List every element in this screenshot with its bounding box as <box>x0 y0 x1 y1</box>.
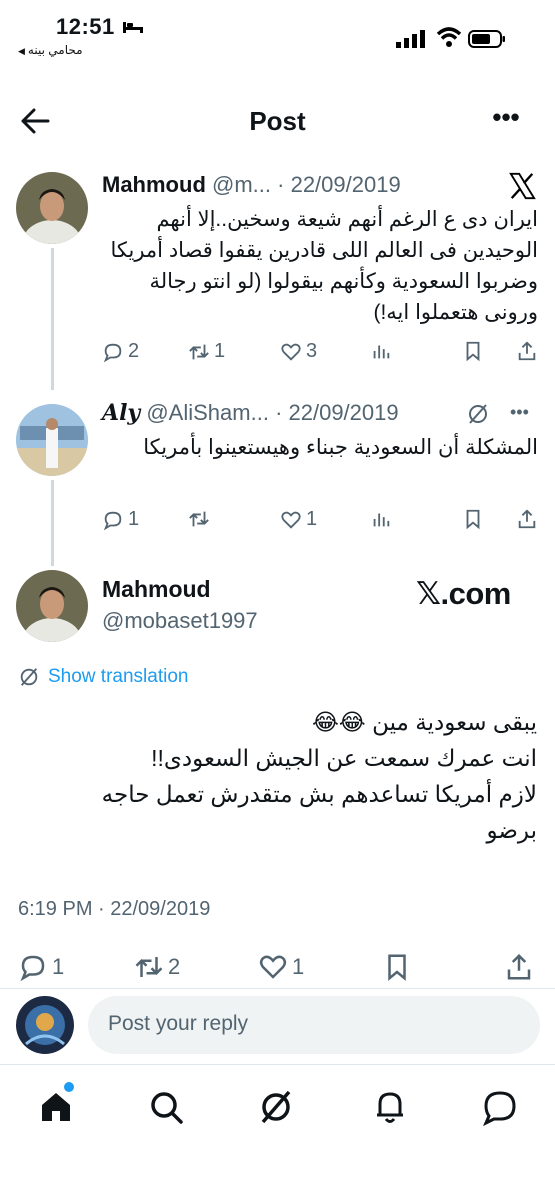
avatar[interactable] <box>16 172 88 244</box>
like-count: 1 <box>306 508 318 530</box>
status-time: 12:51 <box>56 14 115 39</box>
retweet-icon <box>135 957 163 977</box>
page-title: Post <box>249 106 306 136</box>
x-logo-icon <box>509 172 536 200</box>
bookmark-icon <box>466 341 480 362</box>
retweet-count: 2 <box>168 954 181 979</box>
like-button[interactable]: 1 <box>280 508 317 531</box>
profile-photo <box>16 996 74 1054</box>
back-triangle-icon: ◀ <box>18 46 25 56</box>
reply-count: 1 <box>52 954 65 979</box>
back-app-label: محامي بينه <box>27 43 83 57</box>
show-translation-label: Show translation <box>48 666 189 687</box>
reply-button[interactable]: 2 <box>102 340 139 363</box>
profile-photo <box>16 570 88 642</box>
like-count: 3 <box>306 340 318 362</box>
profile-photo <box>16 172 88 244</box>
heart-icon <box>259 955 287 979</box>
notifications-bell-icon[interactable] <box>370 1087 410 1127</box>
back-to-app-link[interactable]: ◀ محامي بينه <box>18 43 83 57</box>
reply-button[interactable]: 1 <box>102 508 139 531</box>
show-translation-link[interactable]: Show translation <box>18 666 188 688</box>
share-icon <box>518 341 536 361</box>
my-avatar[interactable] <box>16 996 74 1054</box>
divider <box>0 1064 555 1065</box>
tweet-actions: 1 2 1 <box>18 952 538 982</box>
divider <box>0 988 555 989</box>
retweet-icon <box>189 511 209 527</box>
tweet-line: انت عمرك سمعت عن الجيش السعودى!! <box>151 745 537 771</box>
retweet-button[interactable]: 2 <box>134 952 180 982</box>
bookmark-icon <box>388 954 406 981</box>
like-count: 1 <box>292 954 305 979</box>
share-icon <box>507 953 531 980</box>
tweet-text: ايران دى ع الرغم أنهم شيعة وسخين..إلا أن… <box>110 208 538 324</box>
tweet-text: يبقى سعودية مين 😂😂 انت عمرك سمعت عن الجي… <box>17 704 537 848</box>
bookmark-icon <box>466 509 480 530</box>
share-button[interactable] <box>516 508 538 530</box>
battery-icon <box>468 30 505 48</box>
grok-icon[interactable] <box>466 402 490 426</box>
views-button[interactable] <box>370 508 392 530</box>
thread-line <box>51 480 54 566</box>
wifi-icon <box>436 27 462 47</box>
reply-count: 1 <box>128 508 140 530</box>
signal-icon <box>396 30 425 48</box>
tweet-header: Aly @AliSham... · 22/09/2019 <box>102 400 399 426</box>
share-button[interactable] <box>516 340 538 362</box>
author-handle[interactable]: @AliSham... <box>146 400 269 425</box>
tweet-text: المشكلة أن السعودية جبناء وهيستعينوا بأم… <box>143 436 538 459</box>
like-button[interactable]: 3 <box>280 340 317 363</box>
avatar[interactable] <box>16 570 88 642</box>
tweet-header: Mahmoud @m... · 22/09/2019 <box>102 172 401 198</box>
heart-icon <box>281 343 301 361</box>
tweet-actions: 1 1 <box>102 508 538 538</box>
watermark-label: 𝕏.com <box>416 576 511 611</box>
share-icon <box>518 509 536 529</box>
retweet-icon <box>189 344 209 359</box>
search-icon[interactable] <box>146 1087 186 1127</box>
reply-button[interactable]: 1 <box>18 952 64 982</box>
messages-icon[interactable] <box>480 1087 520 1127</box>
views-button[interactable] <box>370 340 392 362</box>
like-button[interactable]: 1 <box>258 952 304 982</box>
home-icon[interactable] <box>36 1087 76 1127</box>
tweet-timestamp: 6:19 PM · 22/09/2019 <box>18 898 211 920</box>
avatar[interactable] <box>16 404 88 476</box>
author-name[interactable]: Mahmoud <box>102 172 206 197</box>
bookmark-button[interactable] <box>382 952 412 982</box>
reply-icon <box>20 955 45 982</box>
thread-line <box>51 248 54 390</box>
views-icon <box>373 513 390 527</box>
author-handle[interactable]: @m... <box>212 172 271 197</box>
reply-icon <box>103 343 122 362</box>
sleep-mode-icon <box>123 22 143 33</box>
author-handle[interactable]: @mobaset1997 <box>102 608 258 634</box>
bookmark-button[interactable] <box>462 340 484 362</box>
more-options-button[interactable]: ••• <box>510 402 529 423</box>
reply-placeholder: Post your reply <box>108 1012 249 1035</box>
tweet-date: · 22/09/2019 <box>277 172 401 197</box>
profile-photo <box>16 404 88 476</box>
bookmark-button[interactable] <box>462 508 484 530</box>
retweet-button[interactable]: 1 <box>188 340 225 363</box>
notification-dot <box>64 1082 74 1092</box>
reply-icon <box>103 511 122 530</box>
views-icon <box>373 345 390 359</box>
tweet-line: يبقى سعودية مين 😂😂 <box>311 709 537 735</box>
grok-icon <box>20 668 38 686</box>
reply-count: 2 <box>128 340 140 362</box>
retweet-count: 1 <box>214 340 226 362</box>
grok-icon[interactable] <box>256 1087 296 1127</box>
heart-icon <box>281 511 301 529</box>
retweet-button[interactable] <box>188 508 210 530</box>
tweet-date: · 22/09/2019 <box>275 400 399 425</box>
share-button[interactable] <box>504 952 534 982</box>
more-options-button[interactable]: ••• <box>486 104 526 136</box>
reply-input[interactable]: Post your reply <box>88 996 540 1054</box>
author-name[interactable]: Mahmoud <box>102 576 211 603</box>
tweet-line: لازم أمريكا تساعدهم بش متقدرش تعمل حاجه … <box>101 781 537 843</box>
author-name[interactable]: Aly <box>102 400 140 426</box>
tweet-actions: 2 1 3 <box>102 340 538 370</box>
